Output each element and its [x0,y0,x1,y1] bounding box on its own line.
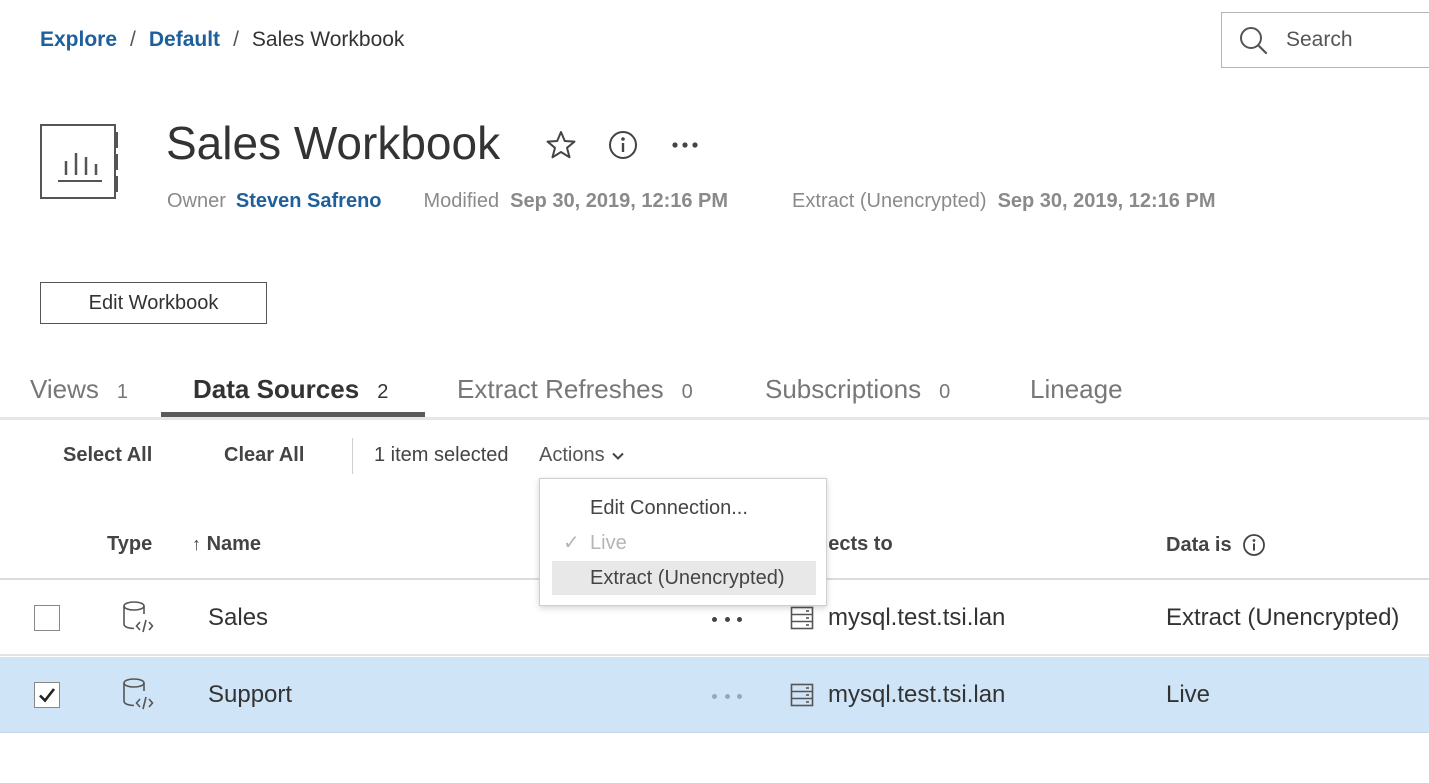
tab-data-sources[interactable]: Data Sources 2 [193,374,388,405]
breadcrumb-separator: / [130,28,136,51]
info-icon [609,131,637,159]
tab-label: Extract Refreshes [457,374,664,404]
row-data-is: Extract (Unencrypted) [1166,604,1400,631]
tab-label: Subscriptions [765,374,922,404]
checkmark-icon [39,688,56,703]
extract-label: Extract (Unencrypted) [792,190,987,212]
row-checkbox-checked[interactable] [34,682,60,708]
tab-count: 1 [116,381,129,403]
menu-item-live: ✓ Live [552,526,816,560]
selection-toolbar: Select All Clear All 1 item selected Act… [0,436,1429,476]
modified-label: Modified [423,190,500,212]
row-name[interactable]: Support [208,681,292,709]
edit-workbook-button[interactable]: Edit Workbook [40,282,267,324]
tab-label: Views [30,374,99,404]
more-icon [672,142,698,148]
more-actions-button[interactable] [668,128,702,162]
breadcrumb-default-link[interactable]: Default [149,28,220,52]
row-connects-to: mysql.test.tsi.lan [828,604,1006,631]
column-header-data-is-label: Data is [1166,533,1232,556]
checkmark-icon: ✓ [563,532,580,554]
row-connects-to: mysql.test.tsi.lan [828,681,1006,708]
row-checkbox[interactable] [34,605,60,631]
title-actions [544,128,730,162]
actions-dropdown-button[interactable]: Actions [539,444,625,467]
star-icon [546,131,576,159]
favorite-button[interactable] [544,128,578,162]
active-tab-indicator [161,412,425,417]
owner-name-link[interactable]: Steven Safreno [236,190,382,213]
column-header-name[interactable]: ↑ Name [192,533,261,556]
breadcrumb: Explore / Default / Sales Workbook [40,28,404,52]
owner-label: Owner [167,190,226,212]
info-button[interactable] [606,128,640,162]
breadcrumb-explore-link[interactable]: Explore [40,28,117,52]
server-icon [790,683,814,707]
sort-ascending-icon: ↑ [192,534,201,554]
tab-lineage[interactable]: Lineage [1030,374,1123,405]
search-icon [1240,27,1268,55]
data-source-icon [123,678,154,710]
menu-item-extract-unencrypted[interactable]: Extract (Unencrypted) [552,561,816,595]
chevron-down-icon [611,452,624,460]
breadcrumb-current: Sales Workbook [251,28,405,51]
select-all-button[interactable]: Select All [63,444,152,467]
tab-count: 0 [939,381,951,403]
tab-count: 0 [681,381,693,403]
tab-subscriptions[interactable]: Subscriptions 0 [765,374,950,405]
tab-count: 2 [377,381,389,403]
workbook-icon [40,124,118,199]
table-row-selected[interactable]: Support mysql.test.tsi.lan Live [0,657,1429,733]
column-header-data-is[interactable]: Data is [1166,533,1266,557]
modified-value: Sep 30, 2019, 12:16 PM [510,190,729,212]
breadcrumb-separator: / [233,28,239,51]
column-header-type[interactable]: Type [107,533,152,556]
tab-label: Data Sources [193,374,360,404]
server-icon [790,606,814,630]
column-header-connects-to[interactable]: nects to [816,533,893,556]
selection-count: 1 item selected [374,444,509,466]
menu-item-live-label: Live [590,532,627,554]
clear-all-button[interactable]: Clear All [224,444,304,467]
menu-item-edit-connection[interactable]: Edit Connection... [552,491,816,525]
actions-menu: Edit Connection... ✓ Live Extract (Unenc… [539,478,827,606]
tab-views[interactable]: Views 1 [30,374,128,405]
actions-label: Actions [539,444,605,466]
search-input[interactable] [1286,28,1426,52]
tab-bar: Views 1 Data Sources 2 Extract Refreshes 0 … [0,366,1429,420]
data-source-icon [123,601,154,633]
tab-extract-refreshes[interactable]: Extract Refreshes 0 [457,374,693,405]
row-name[interactable]: Sales [208,604,268,632]
workbook-meta: Owner Steven Safreno Modified Sep 30, 20… [167,190,1215,213]
toolbar-divider [352,438,353,474]
info-icon[interactable] [1242,533,1266,557]
row-data-is: Live [1166,681,1211,708]
extract-value: Sep 30, 2019, 12:16 PM [997,190,1216,212]
column-header-name-label: Name [206,533,262,555]
search-box[interactable] [1221,12,1429,68]
tab-label: Lineage [1030,374,1123,404]
page-title: Sales Workbook [166,117,501,169]
row-more-button[interactable] [712,689,742,703]
row-more-button[interactable] [712,612,742,626]
